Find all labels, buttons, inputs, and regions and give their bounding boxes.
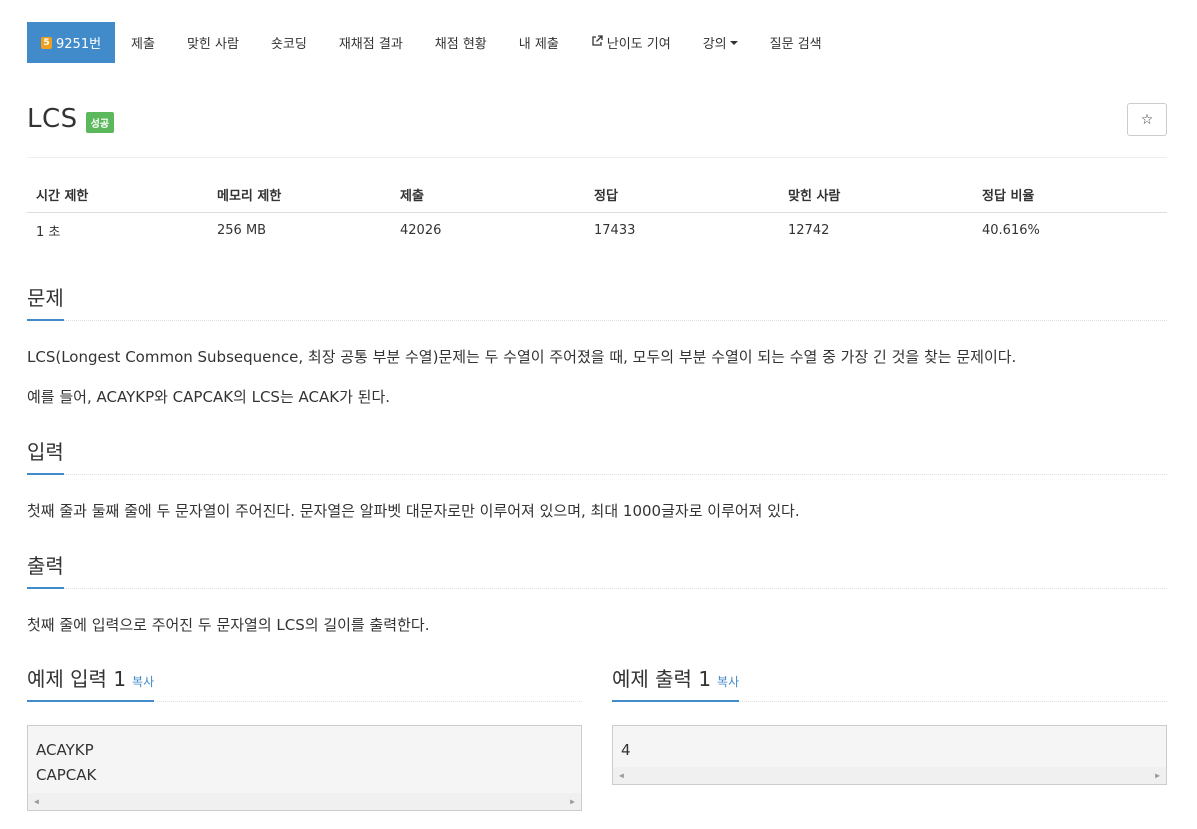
- nav-submit-label: 제출: [131, 37, 155, 52]
- nav-my-submissions-label: 내 제출: [518, 37, 559, 52]
- nav-question-search-label: 질문 검색: [769, 37, 822, 52]
- time-limit-value: 1 초: [36, 225, 61, 241]
- nav-rejudge-results[interactable]: 재채점 결과: [323, 22, 419, 63]
- nav-judge-status[interactable]: 채점 현황: [419, 22, 503, 63]
- nav-lecture-label: 강의: [702, 37, 727, 52]
- input-description: 첫째 줄과 둘째 줄에 두 문자열이 주어진다. 문자열은 알파벳 대문자로만 …: [27, 502, 800, 520]
- table-header-row: 시간 제한 메모리 제한 제출 정답 맞힌 사람 정답 비율: [27, 177, 1167, 213]
- output-heading: 출력: [27, 550, 64, 589]
- accept-ratio-value: 40.616%: [982, 223, 1040, 239]
- scroll-right-icon[interactable]: ▶: [570, 797, 575, 806]
- problem-title: LCS: [27, 104, 78, 134]
- nav-solved-users[interactable]: 맞힌 사람: [171, 22, 255, 63]
- sample-output-title: 예제 출력 1: [612, 667, 712, 691]
- sample-input-title: 예제 입력 1: [27, 667, 127, 691]
- memory-limit-value: 256 MB: [217, 223, 267, 239]
- problem-info-table: 시간 제한 메모리 제한 제출 정답 맞힌 사람 정답 비율 1 초 256 M…: [27, 177, 1167, 249]
- sample-input-box[interactable]: ACAYKP CAPCAK ◀ ▶: [27, 725, 582, 811]
- sample-output-box[interactable]: 4 ◀ ▶: [612, 725, 1167, 785]
- sample-input-heading: 예제 입력 1 복사: [27, 663, 155, 702]
- level-icon: 5: [41, 36, 52, 49]
- accepted-value: 17433: [594, 223, 636, 239]
- nav-question-search[interactable]: 질문 검색: [754, 22, 838, 63]
- nav-short-coding[interactable]: 숏코딩: [255, 22, 323, 63]
- nav-my-submissions[interactable]: 내 제출: [503, 22, 575, 63]
- sample-output-heading: 예제 출력 1 복사: [612, 663, 740, 702]
- header-accepted: 정답: [585, 177, 779, 213]
- nav-solved-users-label: 맞힌 사람: [186, 37, 239, 52]
- sample-output-line-1: 4: [621, 741, 631, 759]
- output-section-header: 출력: [27, 550, 1167, 589]
- header-submissions: 제출: [391, 177, 585, 213]
- nav-submit[interactable]: 제출: [115, 22, 171, 63]
- header-memory-limit: 메모리 제한: [208, 177, 391, 213]
- status-badge: 성공: [85, 111, 115, 133]
- nav-lecture-dropdown[interactable]: 강의: [687, 22, 754, 63]
- sample-output-content: 4: [613, 726, 1166, 763]
- sample-output-header: 예제 출력 1 복사: [612, 663, 1167, 702]
- output-description: 첫째 줄에 입력으로 주어진 두 문자열의 LCS의 길이를 출력한다.: [27, 616, 430, 634]
- scroll-right-icon[interactable]: ▶: [1155, 771, 1160, 780]
- header-solved-users: 맞힌 사람: [779, 177, 973, 213]
- nav-rejudge-results-label: 재채점 결과: [338, 37, 403, 52]
- solved-users-value: 12742: [788, 223, 830, 239]
- input-heading: 입력: [27, 436, 64, 475]
- section-rule: [27, 588, 1167, 589]
- copy-sample-output-link[interactable]: 복사: [717, 675, 739, 689]
- sample-input-header: 예제 입력 1 복사: [27, 663, 582, 702]
- external-link-icon: [591, 35, 603, 50]
- nav-short-coding-label: 숏코딩: [270, 37, 307, 52]
- nav-problem-label: 9251번: [56, 37, 102, 52]
- sample-input-content: ACAYKP CAPCAK: [28, 726, 581, 788]
- problem-heading: 문제: [27, 282, 64, 321]
- favorite-button[interactable]: ☆: [1127, 103, 1167, 136]
- problem-section-header: 문제: [27, 282, 1167, 321]
- horizontal-scrollbar[interactable]: ◀ ▶: [28, 793, 581, 810]
- section-rule: [27, 320, 1167, 321]
- sample-input-line-1: ACAYKP: [36, 741, 94, 759]
- caret-down-icon: [729, 40, 738, 45]
- scroll-left-icon[interactable]: ◀: [34, 797, 39, 806]
- table-row: 1 초 256 MB 42026 17433 12742 40.616%: [27, 213, 1167, 249]
- nav-difficulty-contrib[interactable]: 난이도 기여: [575, 22, 687, 63]
- nav-difficulty-contrib-label: 난이도 기여: [606, 37, 671, 52]
- problem-description-line-1: LCS(Longest Common Subsequence, 최장 공통 부분…: [27, 348, 1017, 366]
- problem-menu: 5 9251번 제출 맞힌 사람 숏코딩 재채점 결과 채점 현황 내 제출 난…: [27, 22, 838, 63]
- input-section-header: 입력: [27, 436, 1167, 475]
- star-icon: ☆: [1140, 111, 1154, 128]
- problem-page: 5 9251번 제출 맞힌 사람 숏코딩 재채점 결과 채점 현황 내 제출 난…: [0, 0, 1197, 829]
- header-time-limit: 시간 제한: [27, 177, 208, 213]
- section-rule: [27, 474, 1167, 475]
- problem-description-line-2: 예를 들어, ACAYKP와 CAPCAK의 LCS는 ACAK가 된다.: [27, 388, 391, 406]
- sample-input-line-2: CAPCAK: [36, 766, 97, 784]
- submissions-value: 42026: [400, 223, 442, 239]
- copy-sample-input-link[interactable]: 복사: [132, 675, 154, 689]
- horizontal-scrollbar[interactable]: ◀ ▶: [613, 767, 1166, 784]
- scroll-left-icon[interactable]: ◀: [619, 771, 624, 780]
- nav-judge-status-label: 채점 현황: [434, 37, 487, 52]
- nav-problem-number[interactable]: 5 9251번: [27, 22, 116, 63]
- divider: [27, 157, 1167, 158]
- problem-title-row: LCS 성공: [27, 104, 115, 134]
- header-accept-ratio: 정답 비율: [973, 177, 1167, 213]
